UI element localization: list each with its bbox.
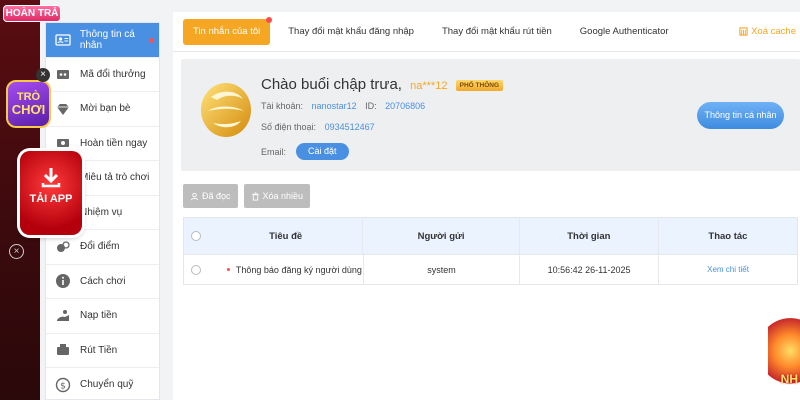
- download-app-label: TẢI APP: [29, 193, 73, 205]
- row-title-cell: Thông báo đăng ký người dùng: [209, 255, 363, 284]
- points-icon: [54, 238, 72, 256]
- tab-label: Tin nhắn của tôi: [193, 25, 261, 37]
- hoan-tra-badge[interactable]: HOÀN TRẢ: [3, 5, 61, 22]
- download-app-button[interactable]: TẢI APP: [20, 151, 82, 235]
- sidebar-item-label: Chuyển quỹ: [80, 379, 134, 391]
- account-value: nanostar12: [311, 101, 357, 111]
- phone-label: Số điện thoại:: [261, 122, 317, 132]
- delete-many-button[interactable]: Xóa nhiều: [243, 184, 311, 208]
- mark-read-button[interactable]: Đã đọc: [183, 184, 238, 208]
- messages-table: Tiêu đề Người gửi Thời gian Thao tác Thô…: [183, 217, 798, 285]
- brand-logo: [199, 79, 253, 139]
- phone-value: 0934512467: [324, 122, 375, 132]
- row-select-radio[interactable]: [191, 264, 202, 275]
- username: na***12: [410, 80, 448, 92]
- trash-icon: [251, 191, 259, 201]
- greeting: Chào buổi chập trưa, na***12 PHỔ THÔNG: [261, 76, 504, 93]
- sidebar-item-gift-code[interactable]: Mã đổi thưởng: [46, 58, 159, 92]
- email-label: Email:: [261, 146, 287, 157]
- user-card-icon: [54, 31, 72, 49]
- tab-google-authenticator[interactable]: Google Authenticator: [570, 19, 679, 45]
- notification-dot: [266, 16, 273, 23]
- main-panel: Tin nhắn của tôi Thay đổi mật khẩu đăng …: [173, 12, 800, 400]
- table-header: Tiêu đề Người gửi Thời gian Thao tác: [184, 218, 797, 254]
- select-all-radio[interactable]: [191, 231, 202, 241]
- header-action: Thao tác: [657, 218, 797, 254]
- clear-cache-label: Xoá cache: [751, 26, 796, 37]
- sidebar-item-label: Thông tin cá nhân: [79, 28, 135, 51]
- tab-change-withdraw-password[interactable]: Thay đổi mật khẩu rút tiền: [432, 19, 562, 45]
- promo-character-text: NH: [780, 372, 798, 386]
- clear-cache-button[interactable]: Xoá cache: [739, 26, 796, 37]
- rank-badge: PHỔ THÔNG: [455, 80, 504, 91]
- sidebar-item-invite-friends[interactable]: Mời bạn bè: [46, 92, 159, 127]
- info-icon: [54, 272, 72, 290]
- sidebar-item-label: Mã đổi thưởng: [80, 68, 146, 80]
- side-close-button[interactable]: ×: [9, 244, 24, 259]
- tab-change-login-password[interactable]: Thay đổi mật khẩu đăng nhập: [278, 19, 424, 45]
- transfer-icon: $: [54, 376, 72, 394]
- sidebar-item-transfer[interactable]: $ Chuyển quỹ: [46, 368, 159, 400]
- sidebar-item-how-to-play[interactable]: Cách chơi: [46, 265, 159, 299]
- broom-icon: [739, 27, 748, 36]
- profile-card: Chào buổi chập trưa, na***12 PHỔ THÔNG T…: [181, 59, 800, 171]
- deposit-icon: [54, 307, 72, 325]
- sidebar-item-label: Đổi điểm: [80, 241, 120, 253]
- row-title: Thông báo đăng ký người dùng: [235, 264, 362, 275]
- sidebar-item-label: Nạp tiền: [80, 310, 118, 322]
- tab-my-messages[interactable]: Tin nhắn của tôi: [183, 16, 273, 45]
- refund-icon: [54, 134, 72, 152]
- view-detail-link[interactable]: Xem chi tiết: [707, 265, 749, 274]
- sidebar-item-label: Miêu tả trò chơi: [80, 172, 150, 184]
- sidebar-item-deposit[interactable]: Nạp tiền: [46, 299, 159, 334]
- email-setup-button[interactable]: Cài đặt: [296, 143, 349, 160]
- delete-many-label: Xóa nhiều: [262, 191, 304, 201]
- header-sender: Người gửi: [362, 218, 518, 254]
- mark-read-label: Đã đọc: [202, 191, 231, 201]
- greeting-text: Chào buổi chập trưa,: [261, 76, 402, 93]
- header-time: Thời gian: [518, 218, 658, 254]
- withdraw-icon: [54, 341, 72, 359]
- svg-text:$: $: [60, 381, 66, 391]
- id-value: 20706806: [385, 101, 426, 111]
- sidebar-item-label: Cách chơi: [80, 275, 126, 287]
- unread-dot: [226, 268, 230, 271]
- promo-character-decor[interactable]: NH: [768, 318, 800, 400]
- account-label: Tài khoản:: [261, 101, 304, 111]
- sidebar-item-withdraw[interactable]: Rút Tiền: [46, 334, 159, 368]
- select-all-cell: [184, 218, 209, 254]
- diamond-icon: [54, 100, 72, 118]
- user-icon: [190, 192, 199, 200]
- notification-dot: [149, 38, 154, 43]
- table-row: Thông báo đăng ký người dùng system 10:5…: [184, 254, 797, 284]
- personal-info-button[interactable]: Thông tin cá nhân: [697, 102, 784, 129]
- account-row: Tài khoản: nanostar12 ID: 20706806: [261, 101, 425, 111]
- game-promo-badge[interactable]: TRÒ CHƠI: [6, 80, 51, 128]
- game-promo-line2: CHƠI: [11, 102, 46, 117]
- download-icon: [39, 165, 63, 189]
- row-action-cell: Xem chi tiết: [658, 255, 797, 284]
- phone-row: Số điện thoại: 0934512467: [261, 122, 375, 132]
- row-select-cell: [184, 255, 209, 284]
- sidebar-item-label: Rút Tiền: [80, 344, 118, 356]
- tab-bar: Tin nhắn của tôi Thay đổi mật khẩu đăng …: [173, 12, 800, 52]
- email-row: Email: Cài đặt: [261, 143, 349, 160]
- message-actions: Đã đọc Xóa nhiều: [183, 184, 316, 208]
- header-title: Tiêu đề: [269, 230, 303, 242]
- sidebar-item-personal-info[interactable]: Thông tin cá nhân: [46, 23, 159, 58]
- sidebar-item-label: Hoàn tiền ngay: [80, 137, 148, 149]
- row-time: 10:56:42 26-11-2025: [519, 255, 658, 284]
- gift-code-icon: [54, 65, 72, 83]
- sidebar-item-label: Mời bạn bè: [80, 103, 131, 115]
- sidebar-item-exchange-points[interactable]: Đổi điểm: [46, 230, 159, 265]
- row-sender: system: [362, 255, 519, 284]
- id-label: ID:: [365, 101, 377, 111]
- sidebar-item-label: Nhiệm vụ: [80, 206, 123, 218]
- promo-close-button[interactable]: ×: [36, 68, 50, 82]
